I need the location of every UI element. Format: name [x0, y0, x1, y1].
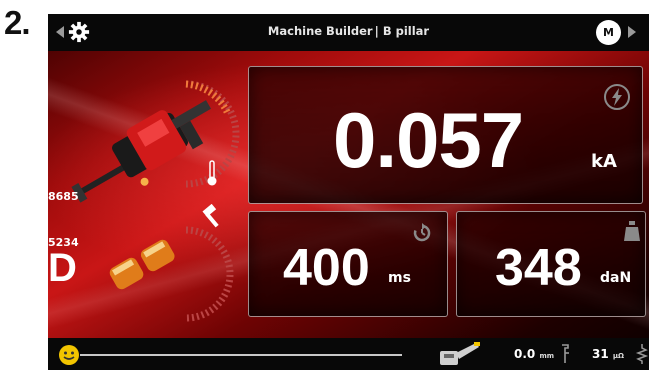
resistance-unit: µΩ	[612, 352, 624, 360]
wear-unit: mm	[539, 352, 555, 360]
progress-track	[80, 354, 402, 356]
force-panel[interactable]: 348 daN	[456, 211, 646, 317]
thermometer-icon	[207, 160, 217, 186]
weight-icon	[624, 221, 640, 241]
step-number: 2.	[4, 4, 31, 41]
title-machine: Machine Builder	[267, 24, 373, 38]
title-part: B pillar	[382, 24, 430, 38]
bolt-icon	[604, 84, 630, 110]
force-unit: daN	[600, 270, 632, 286]
smiley-icon[interactable]	[58, 344, 80, 366]
resistor-icon	[635, 344, 649, 364]
top-bar: Machine Builder | B pillar M	[48, 14, 649, 51]
wear-value: 0.0	[514, 347, 536, 361]
current-unit: kA	[591, 151, 617, 172]
resistance-readout: 31 µΩ	[592, 347, 624, 361]
force-value: 348	[495, 239, 582, 297]
title-separator: |	[374, 24, 379, 38]
current-value: 0.057	[333, 96, 524, 184]
next-arrow-icon[interactable]	[628, 26, 636, 38]
wear-icon	[562, 344, 569, 363]
electrode-caps-image	[109, 239, 175, 290]
resistance-value: 31	[592, 347, 609, 361]
time-unit: ms	[388, 270, 411, 286]
time-panel[interactable]: 400 ms	[248, 211, 448, 317]
electrode-letter: D	[48, 246, 77, 290]
wear-readout: 0.0 mm	[514, 347, 554, 361]
tool-icon[interactable]	[438, 341, 482, 367]
machine-screen: Machine Builder | B pillar M 8685 5234 D…	[48, 14, 649, 370]
counter-top: 8685	[48, 190, 79, 203]
screen-title: Machine Builder | B pillar	[48, 24, 649, 38]
current-panel[interactable]: 0.057 kA	[248, 66, 643, 204]
status-bar: 0.0 mm 31 µΩ	[48, 338, 649, 370]
reset-icon	[413, 223, 431, 242]
user-avatar[interactable]: M	[596, 20, 621, 45]
time-value: 400	[283, 239, 370, 297]
